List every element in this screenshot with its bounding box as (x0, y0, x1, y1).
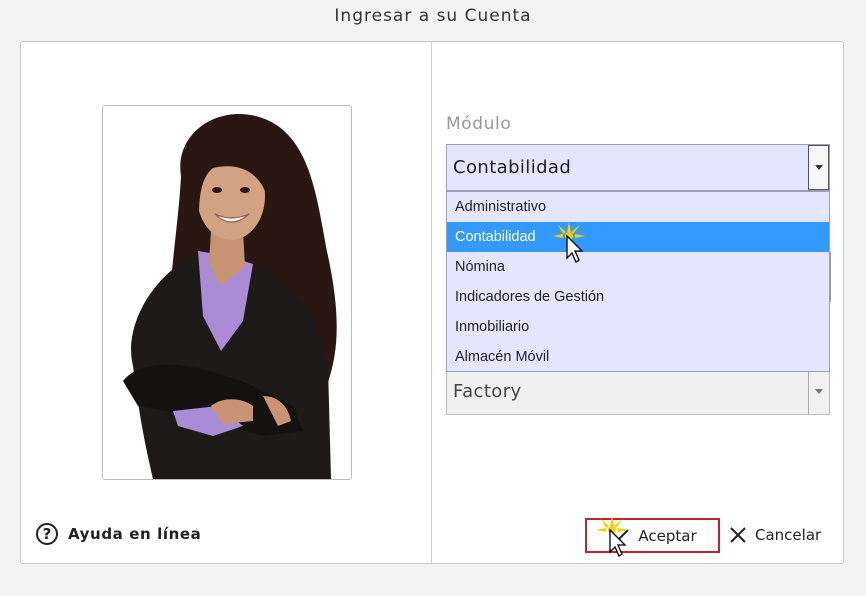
chevron-down-icon (814, 165, 823, 170)
module-label: Módulo (446, 114, 512, 134)
module-option[interactable]: Almacén Móvil (447, 342, 829, 372)
module-dropdown-arrow[interactable] (808, 145, 829, 190)
user-photo (102, 105, 352, 480)
module-option-highlighted[interactable]: Contabilidad (447, 222, 829, 252)
chevron-down-icon (815, 388, 823, 394)
company-select[interactable]: Factory (446, 367, 830, 415)
company-dropdown-arrow[interactable] (808, 368, 829, 414)
online-help-link[interactable]: ? Ayuda en línea (36, 523, 201, 545)
module-option[interactable]: Inmobiliario (447, 312, 829, 342)
module-option[interactable]: Administrativo (447, 192, 829, 222)
company-select-value: Factory (453, 380, 522, 402)
module-option[interactable]: Nómina (447, 252, 829, 282)
module-option[interactable]: Indicadores de Gestión (447, 282, 829, 312)
help-label: Ayuda en línea (68, 525, 202, 543)
accept-button-label: Aceptar (638, 526, 697, 545)
module-select[interactable]: Contabilidad (446, 144, 830, 191)
login-panel: ? Ayuda en línea Módulo Contabilidad Fac… (20, 41, 844, 564)
checkmark-icon (609, 528, 630, 543)
cancel-button-label: Cancelar (755, 526, 822, 544)
accept-button[interactable]: Aceptar (585, 518, 720, 553)
cancel-button[interactable]: Cancelar (729, 520, 821, 550)
module-select-value: Contabilidad (453, 157, 572, 178)
panel-divider (431, 42, 432, 563)
dialog-title: Ingresar a su Cuenta (334, 6, 532, 26)
question-circle-icon: ? (36, 523, 58, 545)
module-dropdown-list: Administrativo Contabilidad Nómina Indic… (446, 191, 830, 372)
close-icon (730, 527, 746, 543)
woman-portrait-image (103, 106, 351, 479)
